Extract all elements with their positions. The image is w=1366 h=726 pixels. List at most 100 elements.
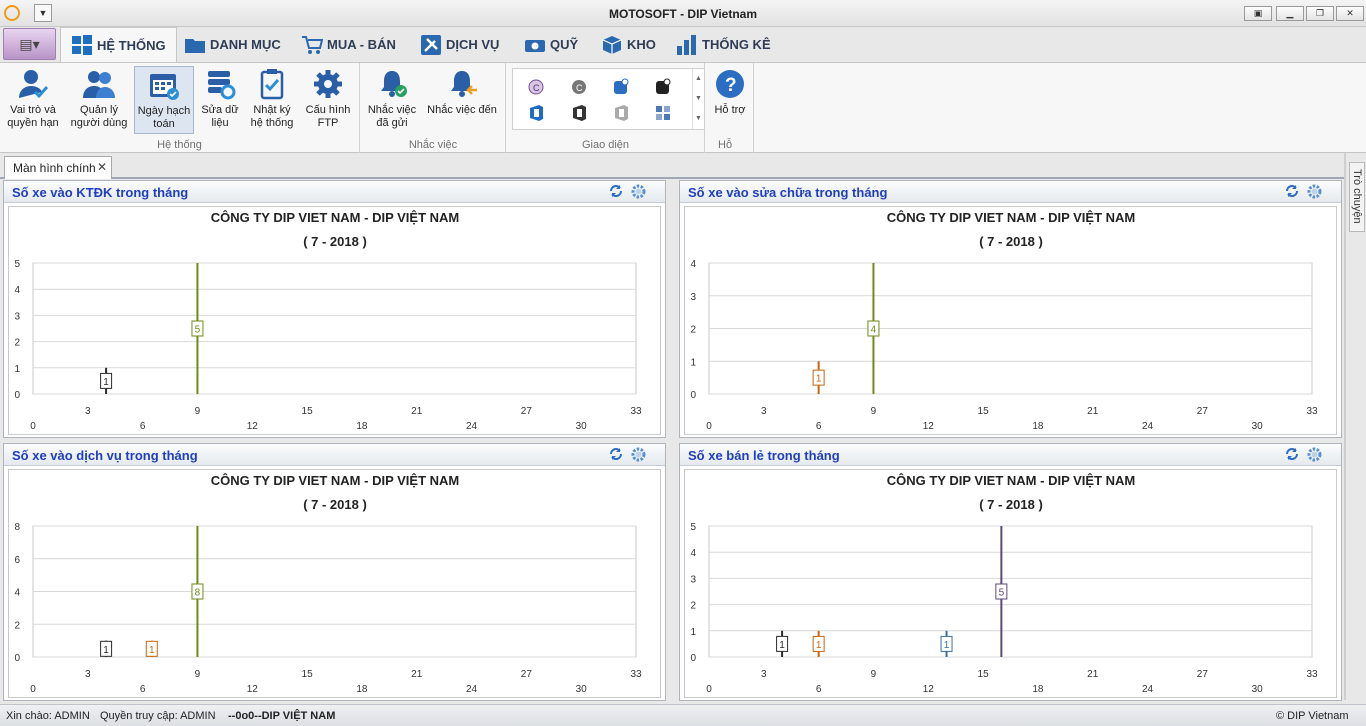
box-icon xyxy=(602,35,622,54)
chart-frame: CÔNG TY DIP VIET NAM - DIP VIỆT NAM ( 7 -… xyxy=(8,206,661,435)
y-tick-label: 5 xyxy=(14,259,20,270)
theme-grid-icon[interactable] xyxy=(654,104,672,122)
x-tick-label: 9 xyxy=(871,406,877,417)
panel-header: Số xe bán lẻ trong tháng xyxy=(680,444,1341,466)
chart-frame: CÔNG TY DIP VIET NAM - DIP VIỆT NAM ( 7 -… xyxy=(8,469,661,698)
theme-swatch-icon[interactable] xyxy=(612,78,630,96)
chart-subtitle: ( 7 - 2018 ) xyxy=(303,234,367,249)
gear-icon[interactable] xyxy=(1306,183,1323,200)
tab-he-thong[interactable]: HỆ THỐNG xyxy=(60,27,177,62)
help-button[interactable]: ? Hỗ trợ xyxy=(709,66,751,134)
gear-icon[interactable] xyxy=(630,183,647,200)
svg-text:C: C xyxy=(533,83,540,93)
data-label: 1 xyxy=(816,640,822,651)
y-tick-label: 6 xyxy=(14,555,20,566)
x-tick-label: 12 xyxy=(247,421,259,432)
chat-side-tab[interactable]: Trò chuyện xyxy=(1349,162,1365,232)
roles-permissions-button[interactable]: Vai trò và quyền hạn xyxy=(3,66,63,134)
gallery-scroll-icon[interactable]: ▲ ▼ ▼ xyxy=(692,69,704,129)
x-tick-label: 15 xyxy=(302,406,314,417)
tab-label: MUA - BÁN xyxy=(327,37,396,52)
tab-label: KHO xyxy=(627,37,656,52)
bell-sent-icon xyxy=(381,71,407,97)
y-tick-label: 0 xyxy=(14,390,20,401)
user-management-button[interactable]: Quản lý người dùng xyxy=(67,66,131,134)
window-title: MOTOSOFT - DIP Vietnam xyxy=(608,7,758,21)
theme-swatch-icon[interactable] xyxy=(654,78,672,96)
y-tick-label: 5 xyxy=(690,522,696,533)
data-label: 5 xyxy=(999,588,1005,599)
x-tick-label: 12 xyxy=(247,684,259,695)
chart-subtitle: ( 7 - 2018 ) xyxy=(979,234,1043,249)
x-tick-label: 0 xyxy=(30,421,36,432)
tab-kho[interactable]: KHO xyxy=(601,27,656,62)
x-tick-label: 30 xyxy=(576,421,588,432)
office-theme-icon[interactable] xyxy=(570,104,588,122)
theme-swatch-icon[interactable]: C xyxy=(527,78,545,96)
ribbon-group-giao-dien: C C ▲ ▼ ▼ Giao diện xyxy=(507,63,705,153)
y-tick-label: 0 xyxy=(690,653,696,664)
data-label: 4 xyxy=(871,325,877,336)
x-tick-label: 33 xyxy=(630,406,642,417)
sent-reminders-button[interactable]: Nhắc việc đã gửi xyxy=(365,66,419,134)
ribbon-group-he-thong: Vai trò và quyền hạn Quản lý người dùng … xyxy=(0,63,360,153)
refresh-icon[interactable] xyxy=(1285,447,1299,461)
chart-frame: CÔNG TY DIP VIET NAM - DIP VIỆT NAM ( 7 -… xyxy=(684,206,1337,435)
title-bar: ▼ MOTOSOFT - DIP Vietnam ▣ ▁ ❐ ✕ xyxy=(0,0,1366,27)
refresh-icon[interactable] xyxy=(1285,184,1299,198)
ftp-config-button[interactable]: Cấu hình FTP xyxy=(302,66,354,134)
close-icon[interactable]: ✕ xyxy=(1336,6,1364,21)
office-theme-icon[interactable] xyxy=(527,104,545,122)
y-tick-label: 4 xyxy=(14,588,20,599)
tab-quy[interactable]: QUỸ xyxy=(524,27,578,62)
y-tick-label: 4 xyxy=(14,285,20,296)
gear-icon[interactable] xyxy=(1306,446,1323,463)
close-icon[interactable]: ✕ xyxy=(97,160,107,174)
tab-main-screen[interactable]: Màn hình chính ✕ xyxy=(4,156,112,179)
bar-chart: CÔNG TY DIP VIET NAM - DIP VIỆT NAM ( 7 -… xyxy=(14,473,642,695)
data-label: 1 xyxy=(103,377,109,388)
x-tick-label: 15 xyxy=(978,669,990,680)
office-theme-icon[interactable] xyxy=(612,104,630,122)
gear-icon[interactable] xyxy=(630,446,647,463)
minimize-icon[interactable]: ▁ xyxy=(1276,6,1304,21)
data-label: 8 xyxy=(195,588,201,599)
calendar-icon xyxy=(150,74,179,100)
bell-incoming-icon xyxy=(451,71,477,97)
system-log-button[interactable]: Nhật ký hệ thống xyxy=(246,66,298,134)
tab-mua-ban[interactable]: MUA - BÁN xyxy=(301,27,396,62)
chart-panel-ktdk: Số xe vào KTĐK trong tháng CÔNG TY DIP V… xyxy=(3,180,666,438)
panel-header: Số xe vào sửa chữa trong tháng xyxy=(680,181,1341,203)
chart-subtitle: ( 7 - 2018 ) xyxy=(979,497,1043,512)
incoming-reminders-button[interactable]: Nhắc việc đến xyxy=(423,66,501,134)
x-tick-label: 6 xyxy=(140,421,146,432)
x-tick-label: 12 xyxy=(923,421,935,432)
bar-chart: CÔNG TY DIP VIET NAM - DIP VIỆT NAM ( 7 -… xyxy=(690,473,1318,695)
theme-gallery[interactable]: C C ▲ ▼ ▼ xyxy=(512,68,705,130)
x-tick-label: 27 xyxy=(521,406,533,417)
chart-panel-service: Số xe vào dịch vụ trong tháng CÔNG TY DI… xyxy=(3,443,666,701)
chart-panel-repair: Số xe vào sửa chữa trong tháng CÔNG TY D… xyxy=(679,180,1342,438)
refresh-icon[interactable] xyxy=(609,447,623,461)
x-tick-label: 9 xyxy=(871,669,877,680)
y-tick-label: 4 xyxy=(690,259,696,270)
tab-thong-ke[interactable]: THỐNG KÊ xyxy=(676,27,771,62)
x-tick-label: 33 xyxy=(1306,406,1318,417)
y-tick-label: 3 xyxy=(690,574,696,585)
refresh-icon[interactable] xyxy=(609,184,623,198)
svg-text:C: C xyxy=(576,83,583,93)
y-tick-label: 0 xyxy=(14,653,20,664)
help-icon: ? xyxy=(716,70,744,98)
data-label: 1 xyxy=(816,374,822,385)
tab-danh-muc[interactable]: DANH MỤC xyxy=(184,27,281,62)
edit-data-button[interactable]: Sửa dữ liệu xyxy=(197,66,243,134)
tab-dich-vu[interactable]: DỊCH VỤ xyxy=(420,27,499,62)
application-menu-button[interactable]: ▤▾ xyxy=(3,28,56,60)
restore-layout-icon[interactable]: ▣ xyxy=(1244,6,1272,21)
status-bar: Xin chào: ADMIN Quyền truy cập: ADMIN --… xyxy=(0,704,1366,726)
y-tick-label: 0 xyxy=(690,390,696,401)
accounting-date-button[interactable]: Ngày hạch toán xyxy=(134,66,194,134)
maximize-icon[interactable]: ❐ xyxy=(1306,6,1334,21)
tab-label: DỊCH VỤ xyxy=(446,37,500,52)
theme-swatch-icon[interactable]: C xyxy=(570,78,588,96)
